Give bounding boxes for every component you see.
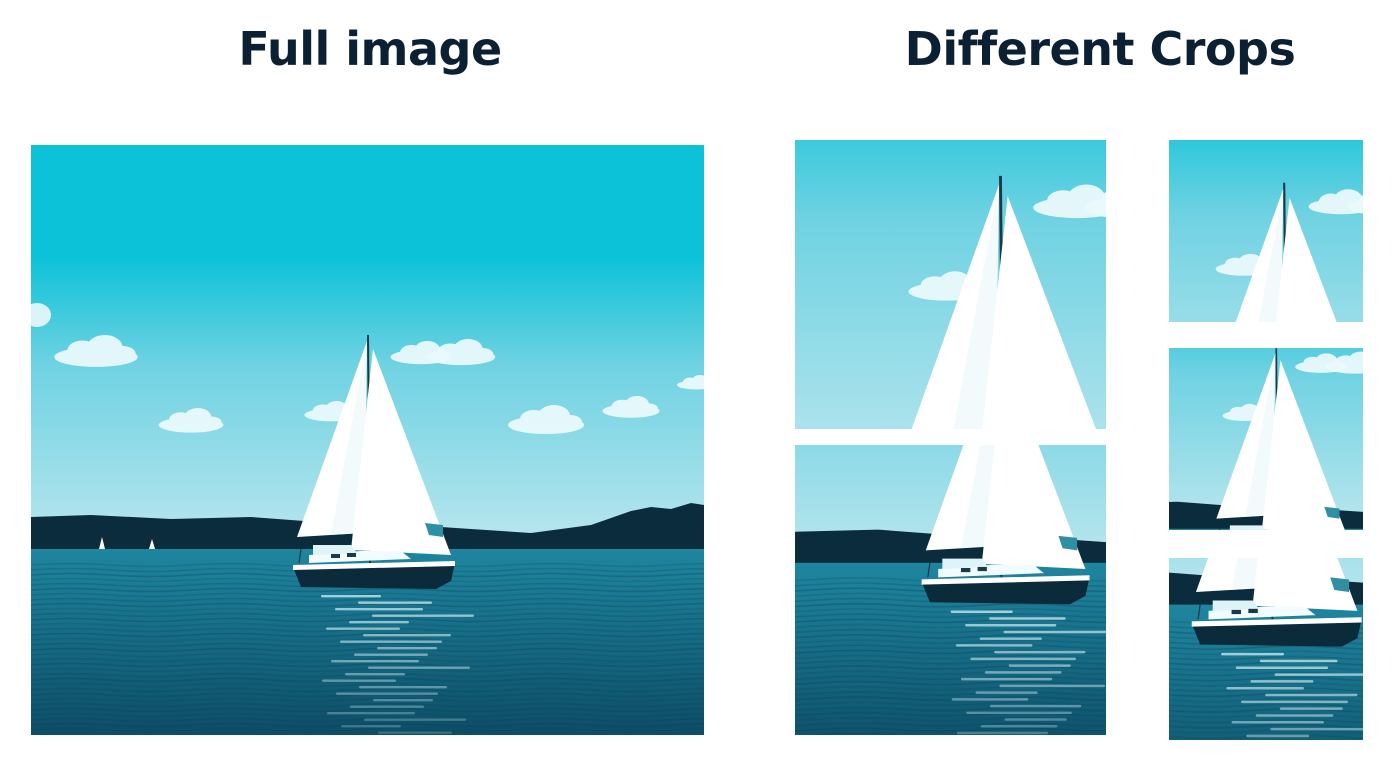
sailboat-scene [1169,558,1363,740]
sailboat-scene [31,145,704,735]
full-image-photo [31,145,704,735]
crop-small-top [1169,140,1363,322]
crop-large-top [795,140,1106,429]
sailboat-scene [1169,140,1363,322]
full-image-title: Full image [238,22,502,76]
different-crops-title: Different Crops [904,22,1296,76]
crop-large-bottom [795,445,1106,735]
sailboat-scene [795,140,1106,429]
crop-small-middle [1169,348,1363,530]
sailboat-scene [795,445,1106,735]
sailboat-scene [1169,348,1363,530]
crop-small-bottom [1169,558,1363,740]
